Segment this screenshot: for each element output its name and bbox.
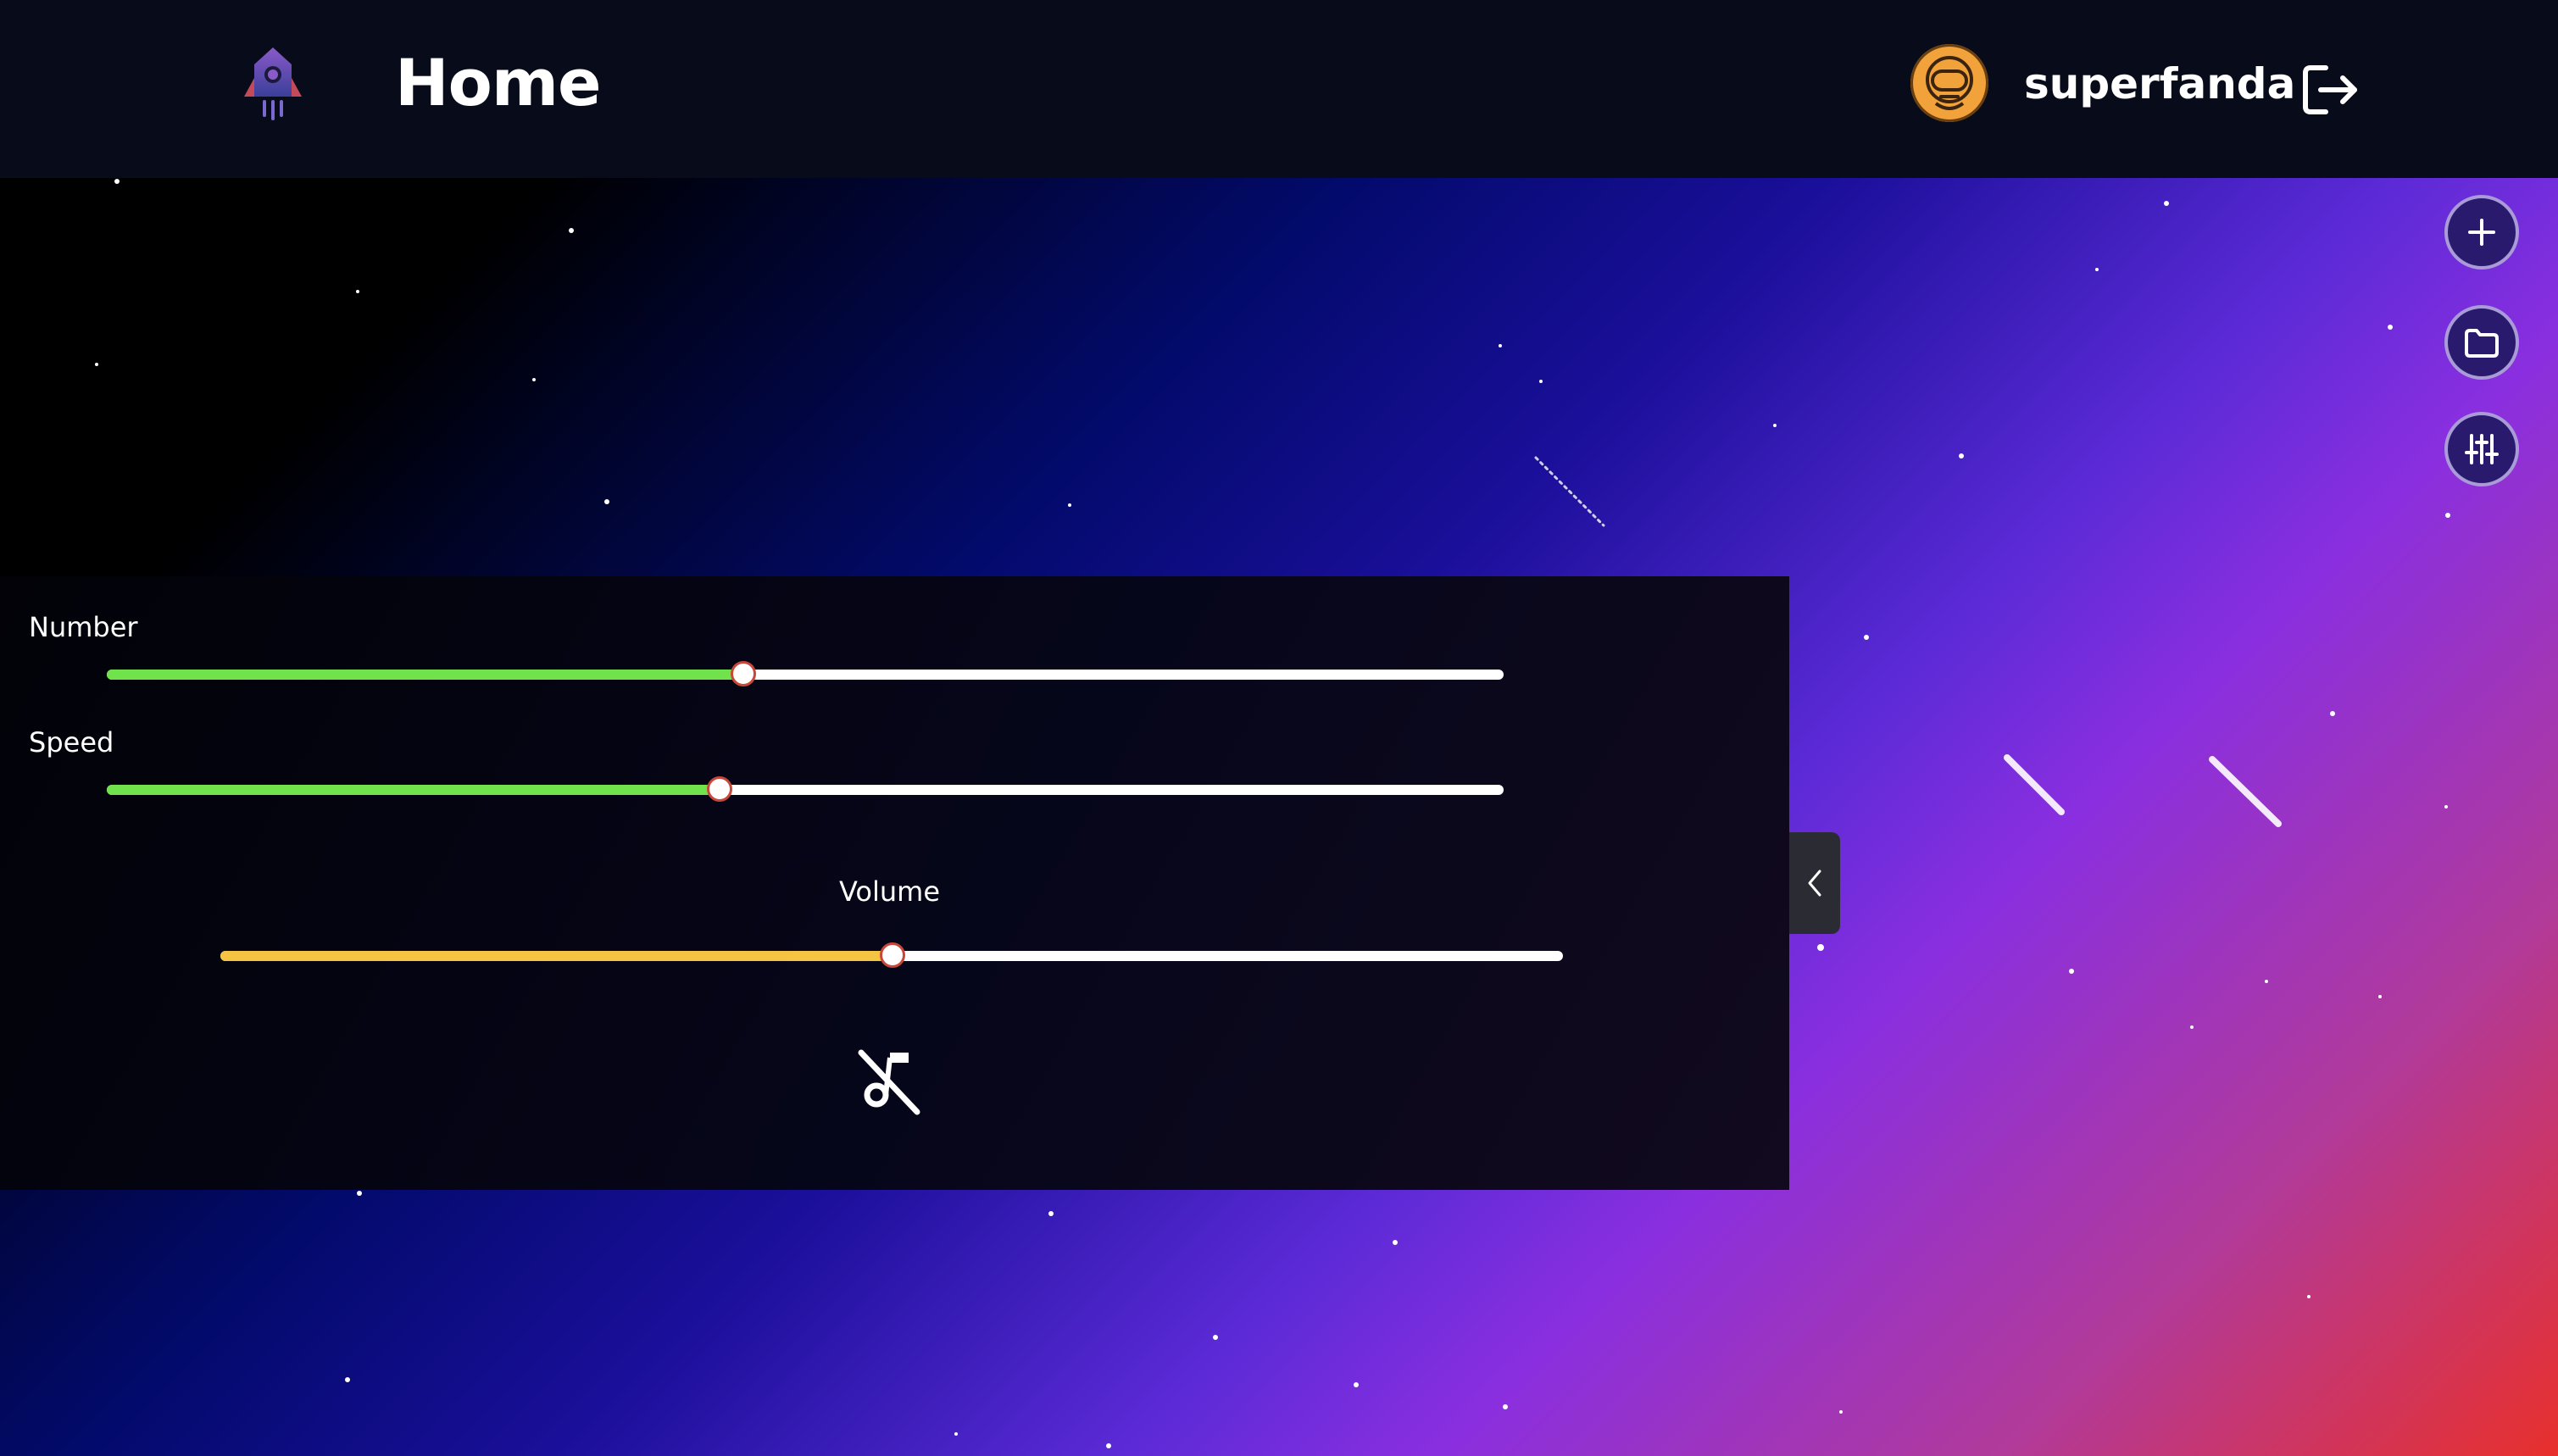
volume-label: Volume (839, 875, 941, 908)
username[interactable]: superfanda (2024, 54, 2295, 114)
add-button[interactable] (2444, 195, 2519, 270)
rocket-icon[interactable] (239, 44, 307, 120)
astronaut-avatar-icon (1926, 56, 1973, 110)
chevron-left-icon (1808, 870, 1821, 897)
volume-slider[interactable] (220, 942, 1563, 968)
page-title: Home (395, 45, 602, 120)
logout-icon[interactable] (2302, 63, 2361, 117)
number-slider-fill (107, 670, 742, 680)
folder-icon (2465, 329, 2499, 358)
user-avatar[interactable] (1910, 44, 1988, 122)
number-slider[interactable] (107, 661, 1504, 686)
collapse-panel-button[interactable] (1789, 832, 1840, 934)
number-label: Number (29, 611, 138, 643)
sliders-icon (2465, 434, 2499, 464)
speed-slider-thumb[interactable] (706, 776, 732, 802)
plus-icon (2468, 219, 2495, 246)
top-bar: Home superfanda (0, 0, 2558, 178)
speed-slider[interactable] (107, 776, 1504, 802)
open-folder-button[interactable] (2444, 305, 2519, 380)
speed-label: Speed (29, 726, 114, 759)
volume-slider-fill (220, 951, 892, 961)
music-off-icon[interactable] (856, 1048, 920, 1115)
settings-sliders-button[interactable] (2444, 412, 2519, 486)
volume-slider-thumb[interactable] (880, 942, 905, 968)
number-slider-thumb[interactable] (730, 661, 756, 686)
speed-slider-fill (107, 785, 719, 795)
